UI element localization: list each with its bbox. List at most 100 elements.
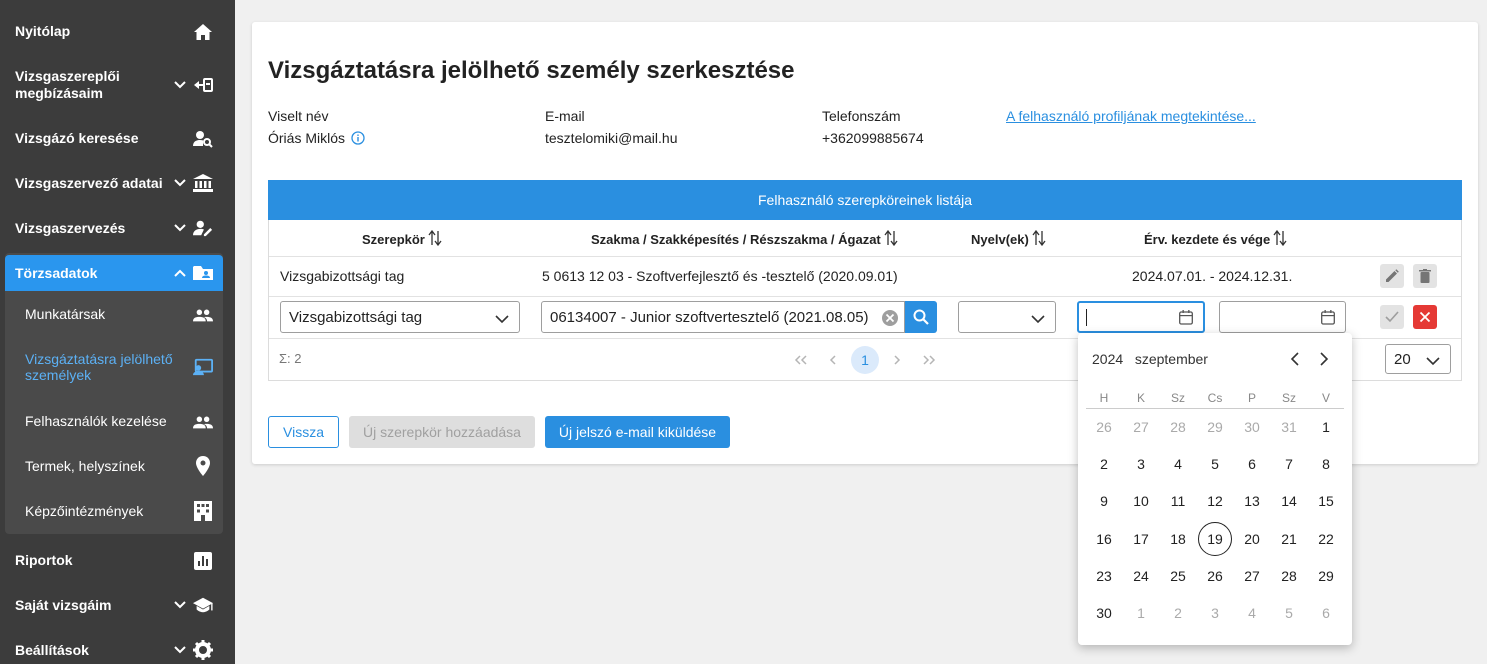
sidebar-item-settings[interactable]: Beállítások — [0, 632, 235, 664]
person-search-icon — [193, 129, 213, 149]
sidebar-subitem-candidates[interactable]: Vizsgáztatásra jelölhető személyek — [0, 340, 235, 390]
calendar-month-year[interactable]: 2024 szeptember — [1092, 351, 1208, 367]
sidebar-item-assignments[interactable]: Vizsgaszereplői megbízásaim — [0, 60, 235, 110]
calendar-day[interactable]: 22 — [1309, 522, 1343, 556]
calendar-day[interactable]: 17 — [1124, 522, 1158, 556]
edit-button[interactable] — [1380, 264, 1404, 288]
calendar-day[interactable]: 8 — [1309, 447, 1343, 481]
sidebar-subitem-colleagues[interactable]: Munkatársak — [0, 296, 235, 332]
calendar-day[interactable]: 6 — [1235, 447, 1269, 481]
role-select[interactable]: Vizsgabizottsági tag — [280, 301, 520, 333]
calendar-day[interactable]: 27 — [1235, 559, 1269, 593]
calendar-day[interactable]: 15 — [1309, 484, 1343, 518]
sidebar-item-organizer-data[interactable]: Vizsgaszervező adatai — [0, 165, 235, 201]
calendar-day[interactable]: 27 — [1124, 410, 1158, 444]
end-date-input[interactable] — [1219, 301, 1346, 333]
calendar-day[interactable]: 12 — [1198, 484, 1232, 518]
last-page-button[interactable] — [917, 348, 941, 372]
calendar-day[interactable]: 28 — [1161, 410, 1195, 444]
column-header-role[interactable]: Szerepkör — [362, 229, 442, 249]
calendar-day[interactable]: 24 — [1124, 559, 1158, 593]
calendar-day[interactable]: 13 — [1235, 484, 1269, 518]
presenter-icon — [193, 357, 213, 377]
calendar-day[interactable]: 26 — [1087, 410, 1121, 444]
delete-button[interactable] — [1413, 264, 1437, 288]
calendar-day[interactable]: 23 — [1087, 559, 1121, 593]
calendar-icon[interactable] — [1321, 310, 1335, 325]
calendar-day[interactable]: 1 — [1309, 410, 1343, 444]
info-icon[interactable] — [351, 131, 365, 145]
calendar-weekday: Sz — [1281, 391, 1296, 405]
page-size-select[interactable]: 20 — [1385, 344, 1451, 374]
prev-month-button[interactable] — [1287, 351, 1303, 367]
calendar-day[interactable]: 5 — [1198, 447, 1232, 481]
search-button[interactable] — [905, 301, 937, 333]
bank-icon — [193, 173, 213, 193]
send-password-email-button[interactable]: Új jelszó e-mail kiküldése — [545, 416, 730, 448]
calendar-day[interactable]: 25 — [1161, 559, 1195, 593]
calendar-day[interactable]: 21 — [1272, 522, 1306, 556]
calendar-day[interactable]: 3 — [1124, 447, 1158, 481]
calendar-day[interactable]: 2 — [1087, 447, 1121, 481]
calendar-day[interactable]: 30 — [1087, 596, 1121, 630]
back-button[interactable]: Vissza — [268, 416, 339, 448]
next-month-button[interactable] — [1316, 351, 1332, 367]
sidebar-subitem-label: Vizsgáztatásra jelölhető személyek — [25, 351, 173, 383]
email-value: tesztelomiki@mail.hu — [545, 130, 678, 146]
calendar-day[interactable]: 11 — [1161, 484, 1195, 518]
calendar-day[interactable]: 3 — [1198, 596, 1232, 630]
sidebar-item-home[interactable]: Nyitólap — [0, 14, 235, 50]
sidebar-item-reports[interactable]: Riportok — [0, 542, 235, 578]
confirm-button[interactable] — [1380, 305, 1404, 329]
column-header-validity[interactable]: Érv. kezdete és vége — [1144, 229, 1287, 249]
sidebar-item-label: Nyitólap — [15, 23, 71, 39]
calendar-day[interactable]: 2 — [1161, 596, 1195, 630]
qualification-input[interactable]: 06134007 - Junior szoftvertesztelő (2021… — [541, 301, 905, 333]
clear-icon[interactable] — [881, 309, 899, 327]
language-select[interactable] — [958, 301, 1056, 333]
calendar-day[interactable]: 10 — [1124, 484, 1158, 518]
calendar-day[interactable]: 26 — [1198, 559, 1232, 593]
start-date-input[interactable] — [1077, 301, 1205, 333]
calendar-day[interactable]: 18 — [1161, 522, 1195, 556]
sidebar-subitem-user-management[interactable]: Felhasználók kezelése — [0, 403, 235, 439]
profile-link[interactable]: A felhasználó profiljának megtekintése..… — [1006, 108, 1256, 124]
calendar-icon[interactable] — [1179, 310, 1193, 325]
calendar-day[interactable]: 1 — [1124, 596, 1158, 630]
calendar-day-today[interactable]: 19 — [1198, 522, 1232, 556]
column-header-qualification[interactable]: Szakma / Szakképesítés / Részszakma / Ág… — [591, 229, 898, 249]
first-page-button[interactable] — [789, 348, 813, 372]
sidebar-subitem-label: Felhasználók kezelése — [25, 413, 167, 429]
calendar-day[interactable]: 31 — [1272, 410, 1306, 444]
cancel-button[interactable] — [1413, 305, 1437, 329]
column-header-languages[interactable]: Nyelv(ek) — [971, 229, 1046, 249]
calendar-day[interactable]: 4 — [1235, 596, 1269, 630]
next-page-button[interactable] — [885, 348, 909, 372]
calendar-day[interactable]: 28 — [1272, 559, 1306, 593]
sidebar-item-my-exams[interactable]: Saját vizsgáim — [0, 587, 235, 623]
calendar-day[interactable]: 20 — [1235, 522, 1269, 556]
calendar-day[interactable]: 6 — [1309, 596, 1343, 630]
calendar-weekday: K — [1136, 391, 1145, 405]
calendar-day[interactable]: 29 — [1309, 559, 1343, 593]
calendar-day[interactable]: 9 — [1087, 484, 1121, 518]
calendar-day[interactable]: 30 — [1235, 410, 1269, 444]
calendar-year: 2024 — [1092, 351, 1124, 367]
sidebar: Nyitólap Vizsgaszereplői megbízásaim Viz… — [0, 0, 235, 664]
calendar-day[interactable]: 29 — [1198, 410, 1232, 444]
sidebar-item-examinee-search[interactable]: Vizsgázó keresése — [0, 120, 235, 156]
calendar-day[interactable]: 4 — [1161, 447, 1195, 481]
calendar-day[interactable]: 16 — [1087, 522, 1121, 556]
calendar-day[interactable]: 5 — [1272, 596, 1306, 630]
add-role-button[interactable]: Új szerepkör hozzáadása — [349, 416, 535, 448]
sidebar-subitem-rooms[interactable]: Termek, helyszínek — [0, 448, 235, 484]
people-icon — [193, 305, 213, 325]
sidebar-subitem-institutions[interactable]: Képzőintézmények — [0, 493, 235, 529]
name-text: Óriás Miklós — [268, 130, 346, 146]
current-page[interactable]: 1 — [851, 346, 879, 374]
calendar-day[interactable]: 7 — [1272, 447, 1306, 481]
prev-page-button[interactable] — [821, 348, 845, 372]
sidebar-item-organization[interactable]: Vizsgaszervezés — [0, 210, 235, 246]
location-icon — [193, 456, 213, 476]
calendar-day[interactable]: 14 — [1272, 484, 1306, 518]
